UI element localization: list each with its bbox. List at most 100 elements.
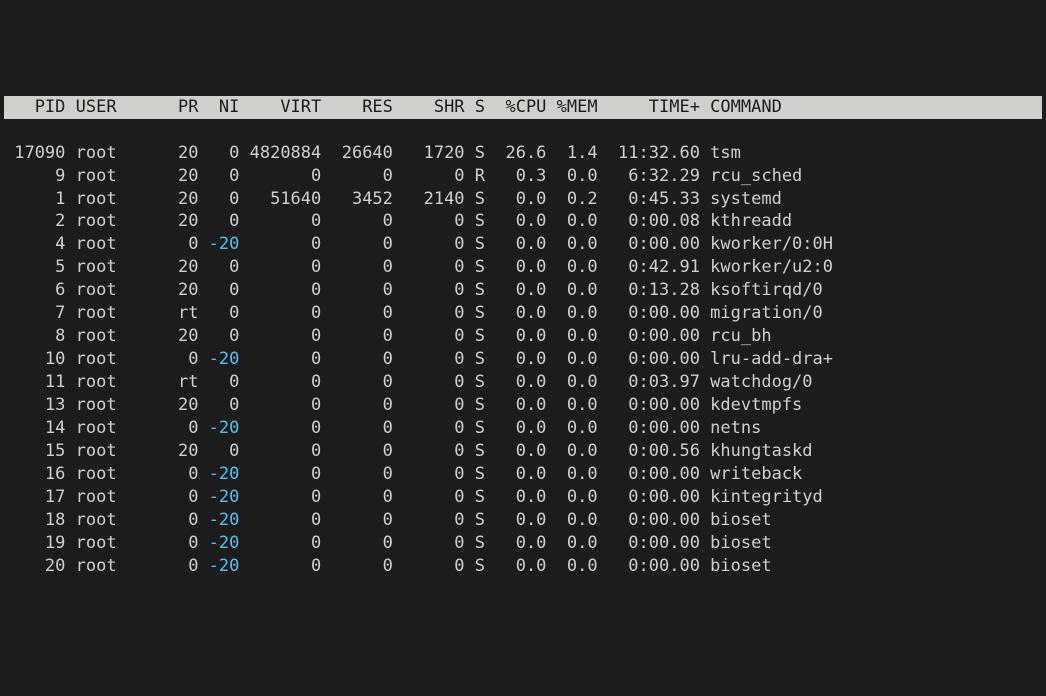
cell-mem: 0.0 [546, 371, 597, 394]
cell-pid: 19 [4, 532, 65, 555]
cell-pid: 7 [4, 302, 65, 325]
table-row[interactable]: 5root200000S0.00.00:42.91kworker/u2:0 [4, 256, 1042, 279]
cell-pid: 4 [4, 233, 65, 256]
cell-virt: 0 [239, 486, 321, 509]
cell-shr: 0 [393, 532, 465, 555]
cell-virt: 4820884 [239, 142, 321, 165]
cell-user: root [65, 165, 167, 188]
cell-ni: -20 [198, 555, 239, 578]
cell-time: 11:32.60 [598, 142, 700, 165]
cell-s: S [465, 417, 496, 440]
col-mem[interactable]: %MEM [546, 96, 597, 119]
cell-virt: 51640 [239, 188, 321, 211]
cell-cpu: 0.0 [495, 509, 546, 532]
cell-shr: 0 [393, 440, 465, 463]
cell-res: 0 [321, 509, 393, 532]
table-row[interactable]: 14root0-20000S0.00.00:00.00netns [4, 417, 1042, 440]
cell-res: 0 [321, 440, 393, 463]
cell-res: 0 [321, 348, 393, 371]
col-pr[interactable]: PR [168, 96, 199, 119]
cell-ni: -20 [198, 532, 239, 555]
cell-cmd: lru-add-dra+ [700, 348, 833, 371]
cell-user: root [65, 509, 167, 532]
cell-time: 0:00.00 [598, 532, 700, 555]
cell-user: root [65, 188, 167, 211]
table-row[interactable]: 19root0-20000S0.00.00:00.00bioset [4, 532, 1042, 555]
cell-pid: 10 [4, 348, 65, 371]
cell-pr: 0 [168, 532, 199, 555]
cell-res: 3452 [321, 188, 393, 211]
cell-virt: 0 [239, 555, 321, 578]
cell-cmd: bioset [700, 509, 772, 532]
cell-pr: 0 [168, 417, 199, 440]
cell-user: root [65, 532, 167, 555]
cell-cmd: kworker/0:0H [700, 233, 833, 256]
cell-s: S [465, 555, 496, 578]
cell-cmd: kworker/u2:0 [700, 256, 833, 279]
col-virt[interactable]: VIRT [239, 96, 321, 119]
table-row[interactable]: 2root200000S0.00.00:00.08kthreadd [4, 210, 1042, 233]
cell-mem: 1.4 [546, 142, 597, 165]
table-row[interactable]: 15root200000S0.00.00:00.56khungtaskd [4, 440, 1042, 463]
cell-user: root [65, 256, 167, 279]
cell-user: root [65, 302, 167, 325]
col-user[interactable]: USER [65, 96, 167, 119]
table-row[interactable]: 7rootrt0000S0.00.00:00.00migration/0 [4, 302, 1042, 325]
process-table-header[interactable]: PIDUSERPRNIVIRTRESSHRS%CPU%MEMTIME+COMMA… [4, 96, 1042, 119]
table-row[interactable]: 17root0-20000S0.00.00:00.00kintegrityd [4, 486, 1042, 509]
col-s[interactable]: S [465, 96, 496, 119]
cell-ni: -20 [198, 463, 239, 486]
table-row[interactable]: 16root0-20000S0.00.00:00.00writeback [4, 463, 1042, 486]
cell-cmd: kthreadd [700, 210, 792, 233]
cell-pr: 20 [168, 165, 199, 188]
table-row[interactable]: 11rootrt0000S0.00.00:03.97watchdog/0 [4, 371, 1042, 394]
table-row[interactable]: 4root0-20000S0.00.00:00.00kworker/0:0H [4, 233, 1042, 256]
table-row[interactable]: 10root0-20000S0.00.00:00.00lru-add-dra+ [4, 348, 1042, 371]
table-row[interactable]: 18root0-20000S0.00.00:00.00bioset [4, 509, 1042, 532]
table-row[interactable]: 9root200000R0.30.06:32.29rcu_sched [4, 165, 1042, 188]
cell-user: root [65, 417, 167, 440]
table-row[interactable]: 13root200000S0.00.00:00.00kdevtmpfs [4, 394, 1042, 417]
cell-time: 0:00.00 [598, 394, 700, 417]
cell-user: root [65, 210, 167, 233]
cell-time: 0:00.00 [598, 486, 700, 509]
cell-res: 0 [321, 325, 393, 348]
cell-pr: 20 [168, 325, 199, 348]
cell-user: root [65, 555, 167, 578]
cell-time: 0:00.00 [598, 233, 700, 256]
cell-ni: 0 [198, 188, 239, 211]
table-row[interactable]: 20root0-20000S0.00.00:00.00bioset [4, 555, 1042, 578]
col-time[interactable]: TIME+ [598, 96, 700, 119]
cell-s: S [465, 486, 496, 509]
cell-cpu: 0.0 [495, 210, 546, 233]
cell-shr: 1720 [393, 142, 465, 165]
table-row[interactable]: 17090root2004820884266401720S26.61.411:3… [4, 142, 1042, 165]
col-shr[interactable]: SHR [393, 96, 465, 119]
cell-mem: 0.0 [546, 440, 597, 463]
col-cmd[interactable]: COMMAND [700, 96, 782, 119]
cell-user: root [65, 463, 167, 486]
col-res[interactable]: RES [321, 96, 393, 119]
cell-pid: 1 [4, 188, 65, 211]
table-row[interactable]: 8root200000S0.00.00:00.00rcu_bh [4, 325, 1042, 348]
cell-shr: 0 [393, 509, 465, 532]
cell-cmd: netns [700, 417, 761, 440]
cell-ni: 0 [198, 394, 239, 417]
cell-s: S [465, 210, 496, 233]
cell-ni: 0 [198, 371, 239, 394]
cell-pid: 17 [4, 486, 65, 509]
cell-shr: 2140 [393, 188, 465, 211]
col-pid[interactable]: PID [4, 96, 65, 119]
cell-pid: 11 [4, 371, 65, 394]
table-row[interactable]: 6root200000S0.00.00:13.28ksoftirqd/0 [4, 279, 1042, 302]
col-cpu[interactable]: %CPU [495, 96, 546, 119]
cell-cmd: khungtaskd [700, 440, 813, 463]
cell-pr: 20 [168, 210, 199, 233]
col-ni[interactable]: NI [198, 96, 239, 119]
cell-res: 0 [321, 417, 393, 440]
cell-shr: 0 [393, 325, 465, 348]
cell-s: S [465, 325, 496, 348]
cell-ni: 0 [198, 165, 239, 188]
cell-res: 0 [321, 256, 393, 279]
table-row[interactable]: 1root2005164034522140S0.00.20:45.33syste… [4, 188, 1042, 211]
